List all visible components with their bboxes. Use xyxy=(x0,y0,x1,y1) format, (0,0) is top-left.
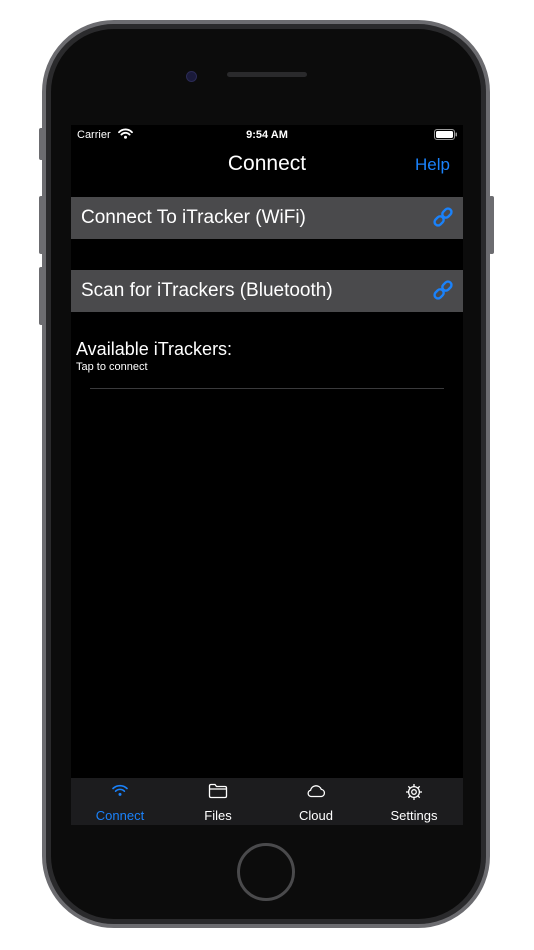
tab-cloud[interactable]: Cloud xyxy=(267,778,365,825)
available-trackers-title: Available iTrackers: xyxy=(76,339,233,359)
tab-settings[interactable]: Settings xyxy=(365,778,463,825)
front-camera xyxy=(186,71,197,82)
gear-icon xyxy=(365,783,463,806)
help-button[interactable]: Help xyxy=(415,155,450,175)
cloud-icon xyxy=(267,783,365,804)
connect-wifi-button[interactable]: Connect To iTracker (WiFi) xyxy=(71,197,463,239)
link-icon xyxy=(433,207,453,233)
tab-bar: Connect Files Cloud Settings xyxy=(71,778,463,825)
tab-files-label: Files xyxy=(204,808,232,823)
wifi-icon xyxy=(71,783,169,802)
available-trackers-subtitle: Tap to connect xyxy=(76,361,148,373)
folder-icon xyxy=(169,783,267,804)
tab-cloud-label: Cloud xyxy=(299,808,333,823)
link-icon xyxy=(433,280,453,306)
power-button xyxy=(489,196,494,254)
volume-down-button xyxy=(39,267,44,325)
silent-switch xyxy=(39,128,44,160)
tab-settings-label: Settings xyxy=(390,808,438,823)
navigation-bar: Connect Help xyxy=(71,145,463,189)
earpiece-speaker xyxy=(227,72,307,77)
tab-connect[interactable]: Connect xyxy=(71,778,169,825)
connect-wifi-label: Connect To iTracker (WiFi) xyxy=(81,207,306,228)
tab-files[interactable]: Files xyxy=(169,778,267,825)
page-title: Connect xyxy=(227,152,307,175)
list-divider xyxy=(90,388,444,389)
volume-up-button xyxy=(39,196,44,254)
app-screen: Carrier 9:54 AM Connect Help Connect To … xyxy=(71,125,463,825)
tab-connect-label: Connect xyxy=(95,808,145,823)
scan-bluetooth-label: Scan for iTrackers (Bluetooth) xyxy=(81,280,333,301)
status-time: 9:54 AM xyxy=(246,129,288,141)
battery-icon xyxy=(434,129,458,143)
status-bar: Carrier 9:54 AM xyxy=(71,125,463,145)
home-button[interactable] xyxy=(237,843,295,901)
scan-bluetooth-button[interactable]: Scan for iTrackers (Bluetooth) xyxy=(71,270,463,312)
